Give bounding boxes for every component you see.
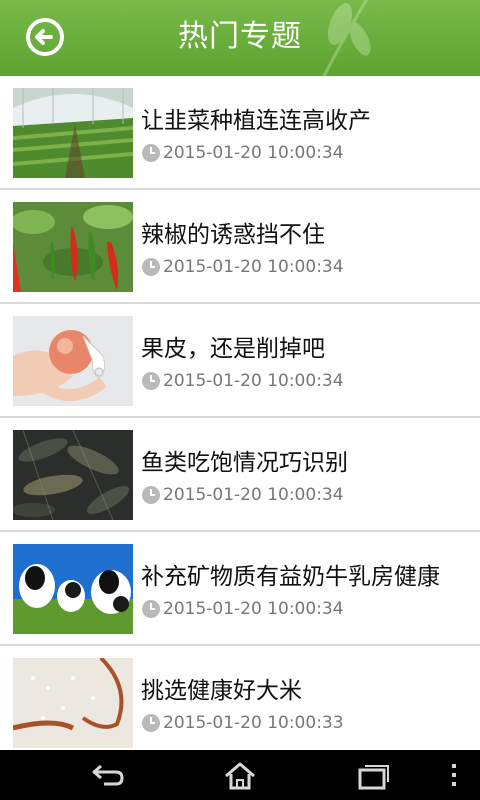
greenhouse-chives-thumbnail bbox=[13, 88, 133, 178]
item-title: 补充矿物质有益奶牛乳房健康 bbox=[141, 564, 440, 590]
item-timestamp: 2015-01-20 10:00:34 bbox=[141, 370, 344, 392]
nav-menu-button[interactable] bbox=[446, 760, 462, 792]
rice-grains-thumbnail bbox=[13, 658, 133, 748]
item-timestamp: 2015-01-20 10:00:34 bbox=[141, 142, 344, 164]
page-title: 热门专题 bbox=[178, 19, 302, 54]
item-timestamp: 2015-01-20 10:00:34 bbox=[141, 256, 344, 278]
item-title: 让韭菜种植连连高收产 bbox=[141, 108, 371, 134]
nav-back-button[interactable] bbox=[88, 760, 128, 792]
nav-recent-apps-button[interactable] bbox=[354, 760, 394, 792]
dairy-cows-thumbnail bbox=[13, 544, 133, 634]
time-text: 2015-01-20 10:00:34 bbox=[163, 143, 344, 163]
item-title: 辣椒的诱惑挡不住 bbox=[141, 222, 325, 248]
clock-icon bbox=[142, 714, 160, 732]
item-title: 果皮，还是削掉吧 bbox=[141, 336, 325, 362]
time-text: 2015-01-20 10:00:34 bbox=[163, 257, 344, 277]
item-timestamp: 2015-01-20 10:00:33 bbox=[141, 712, 344, 734]
time-text: 2015-01-20 10:00:33 bbox=[163, 713, 344, 733]
nav-home-button[interactable] bbox=[220, 760, 260, 792]
menu-icon bbox=[452, 764, 456, 786]
time-text: 2015-01-20 10:00:34 bbox=[163, 599, 344, 619]
clock-icon bbox=[142, 486, 160, 504]
item-title: 挑选健康好大米 bbox=[141, 678, 302, 704]
clock-icon bbox=[142, 600, 160, 618]
red-peppers-thumbnail bbox=[13, 202, 133, 292]
item-timestamp: 2015-01-20 10:00:34 bbox=[141, 484, 344, 506]
topic-list: 让韭菜种植连连高收产 2015-01-20 10:00:34 辣椒的诱惑挡不住 … bbox=[0, 76, 480, 750]
clock-icon bbox=[142, 372, 160, 390]
clock-icon bbox=[142, 144, 160, 162]
recent-apps-icon bbox=[358, 765, 389, 790]
list-item[interactable]: 辣椒的诱惑挡不住 2015-01-20 10:00:34 bbox=[0, 190, 480, 304]
header-bar: 热门专题 bbox=[0, 0, 480, 76]
time-text: 2015-01-20 10:00:34 bbox=[163, 371, 344, 391]
item-title: 鱼类吃饱情况巧识别 bbox=[141, 450, 348, 476]
list-item[interactable]: 补充矿物质有益奶牛乳房健康 2015-01-20 10:00:34 bbox=[0, 532, 480, 646]
clock-icon bbox=[142, 258, 160, 276]
list-item[interactable]: 挑选健康好大米 2015-01-20 10:00:33 bbox=[0, 646, 480, 750]
list-item[interactable]: 让韭菜种植连连高收产 2015-01-20 10:00:34 bbox=[0, 76, 480, 190]
list-item[interactable]: 果皮，还是削掉吧 2015-01-20 10:00:34 bbox=[0, 304, 480, 418]
fish-in-pond-thumbnail bbox=[13, 430, 133, 520]
peeling-apple-thumbnail bbox=[13, 316, 133, 406]
back-icon bbox=[92, 764, 124, 786]
list-item[interactable]: 鱼类吃饱情况巧识别 2015-01-20 10:00:34 bbox=[0, 418, 480, 532]
item-timestamp: 2015-01-20 10:00:34 bbox=[141, 598, 344, 620]
home-icon bbox=[225, 762, 255, 790]
screen: 热门专题 让韭菜种植连连高收产 2015-01-20 10:00:34 辣椒的诱… bbox=[0, 0, 480, 800]
system-navigation-bar bbox=[0, 750, 480, 800]
time-text: 2015-01-20 10:00:34 bbox=[163, 485, 344, 505]
